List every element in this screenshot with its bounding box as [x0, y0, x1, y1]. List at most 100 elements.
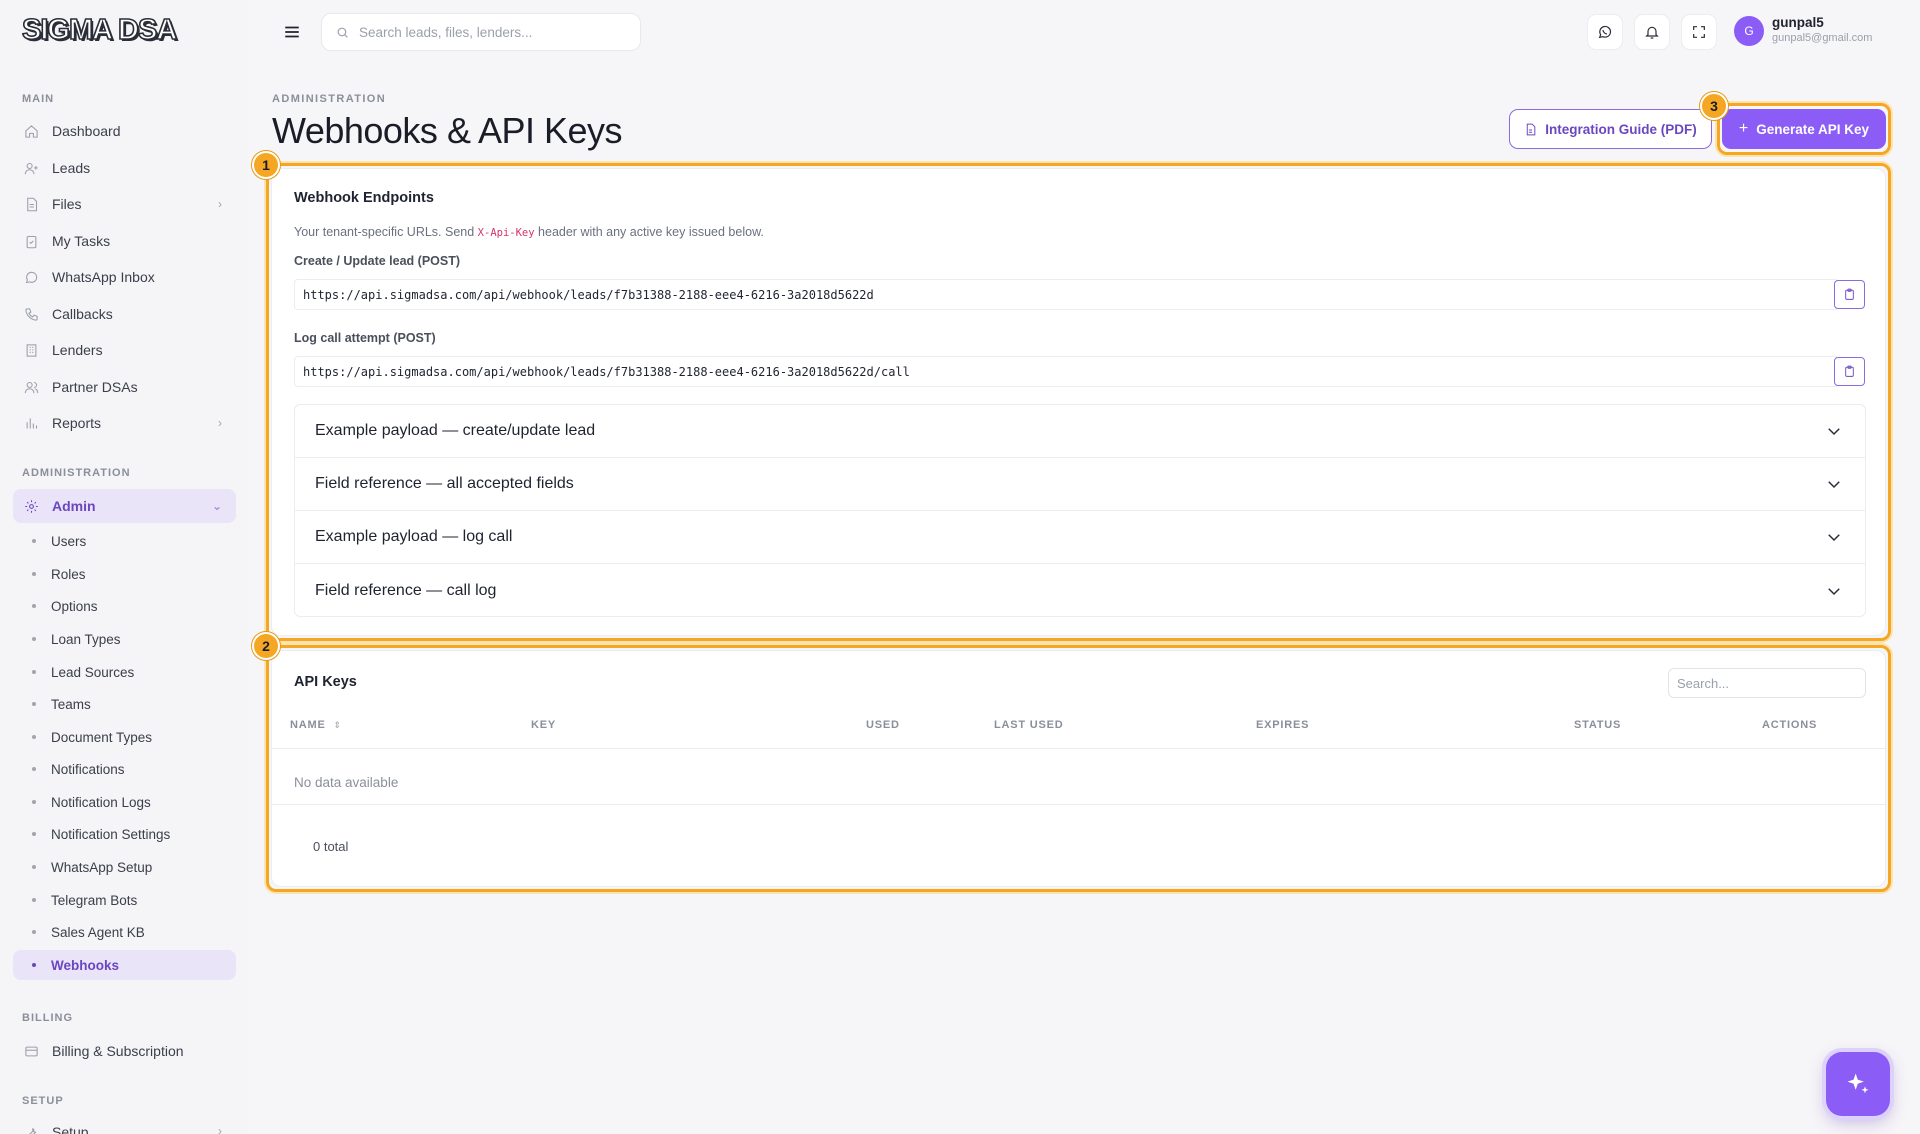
sidebar-item-reports[interactable]: Reports › — [13, 406, 236, 440]
bullet-dot — [32, 800, 36, 804]
document-icon — [1527, 123, 1536, 135]
sidebar-item-label: Reports — [52, 415, 102, 431]
expand-icon — [1693, 26, 1705, 38]
sub-item-label: Notification Settings — [51, 826, 171, 842]
sidebar-sub-notification-logs[interactable]: Notification Logs — [13, 787, 236, 817]
sub-item-label: WhatsApp Setup — [51, 859, 153, 875]
sidebar-sub-users[interactable]: Users — [13, 526, 236, 556]
sidebar-item-leads[interactable]: Leads — [13, 151, 236, 185]
sidebar-item-label: Billing & Subscription — [52, 1043, 184, 1059]
search-icon — [337, 27, 348, 38]
whatsapp-button[interactable] — [1587, 14, 1623, 50]
highlight-box-2 — [266, 645, 1891, 892]
bullet-dot — [32, 930, 36, 934]
annotation-badge-3: 3 — [1700, 92, 1728, 120]
sidebar-sub-roles[interactable]: Roles — [13, 559, 236, 589]
sub-item-label: Options — [51, 598, 98, 614]
sub-item-label: Telegram Bots — [51, 892, 138, 908]
sidebar-item-files[interactable]: Files › — [13, 187, 236, 221]
brand-logo[interactable]: SIGMA DSA — [21, 13, 178, 47]
sidebar-item-callbacks[interactable]: Callbacks — [13, 297, 236, 331]
sub-item-label: Lead Sources — [51, 664, 135, 680]
sub-item-label: Notifications — [51, 761, 125, 777]
sidebar-sub-options[interactable]: Options — [13, 591, 236, 621]
file-icon — [23, 196, 39, 212]
notifications-button[interactable] — [1634, 14, 1670, 50]
home-icon — [23, 123, 39, 139]
sidebar-sub-telegram-bots[interactable]: Telegram Bots — [13, 885, 236, 915]
users-icon — [23, 379, 39, 395]
search-input[interactable] — [359, 24, 619, 40]
generate-api-key-button[interactable]: + Generate API Key — [1722, 109, 1886, 149]
sub-item-label: Users — [51, 533, 87, 549]
whatsapp-icon — [23, 269, 39, 285]
bullet-dot — [32, 572, 36, 576]
integration-guide-label: Integration Guide (PDF) — [1545, 121, 1697, 137]
section-administration-label: ADMINISTRATION — [22, 467, 131, 479]
bullet-dot — [32, 702, 36, 706]
sidebar-item-label: Partner DSAs — [52, 379, 138, 395]
sidebar-item-label: Leads — [52, 160, 91, 176]
user-avatar[interactable]: G — [1734, 16, 1764, 46]
sub-item-label: Document Types — [51, 729, 153, 745]
bullet-dot — [32, 898, 36, 902]
sub-item-label: Sales Agent KB — [51, 924, 145, 940]
sidebar-item-dashboard[interactable]: Dashboard — [13, 114, 236, 148]
bell-icon — [1645, 26, 1659, 39]
bullet-dot — [32, 963, 36, 967]
sidebar-item-admin[interactable]: Admin ⌄ — [13, 489, 236, 523]
sidebar-sub-teams[interactable]: Teams — [13, 689, 236, 719]
sidebar-item-setup[interactable]: Setup › — [13, 1115, 236, 1134]
user-email: gunpal5@gmail.com — [1772, 32, 1873, 44]
sidebar-item-label: Admin — [52, 498, 96, 514]
section-setup-label: SETUP — [22, 1095, 64, 1107]
page-title: Webhooks & API Keys — [272, 110, 623, 151]
sub-item-label: Loan Types — [51, 631, 121, 647]
sidebar-item-label: My Tasks — [52, 233, 111, 249]
ai-assistant-button[interactable] — [1826, 1052, 1890, 1116]
sidebar-sub-notification-settings[interactable]: Notification Settings — [13, 819, 236, 849]
building-icon — [23, 342, 39, 358]
sidebar-sub-whatsapp-setup[interactable]: WhatsApp Setup — [13, 852, 236, 882]
sidebar-sub-document-types[interactable]: Document Types — [13, 722, 236, 752]
integration-guide-button[interactable]: Integration Guide (PDF) — [1509, 109, 1712, 149]
credit-card-icon — [23, 1043, 39, 1059]
section-main-label: MAIN — [22, 93, 55, 105]
sidebar-item-my-tasks[interactable]: My Tasks — [13, 224, 236, 258]
chevron-right-icon: › — [218, 1124, 222, 1134]
clipboard-check-icon — [23, 233, 39, 249]
sidebar-item-billing[interactable]: Billing & Subscription — [13, 1034, 236, 1068]
sidebar-sub-sales-agent-kb[interactable]: Sales Agent KB — [13, 917, 236, 947]
user-name[interactable]: gunpal5 — [1772, 15, 1824, 30]
bullet-dot — [32, 670, 36, 674]
bullet-dot — [32, 539, 36, 543]
sidebar-item-label: WhatsApp Inbox — [52, 269, 155, 285]
gear-icon — [23, 498, 39, 514]
sub-item-label: Roles — [51, 566, 86, 582]
sidebar-item-label: Dashboard — [52, 123, 121, 139]
sidebar-item-partner-dsas[interactable]: Partner DSAs — [13, 370, 236, 404]
fullscreen-button[interactable] — [1681, 14, 1717, 50]
sub-item-label: Teams — [51, 696, 91, 712]
bullet-dot — [32, 604, 36, 608]
annotation-badge-1: 1 — [252, 151, 280, 179]
sidebar-item-label: Callbacks — [52, 306, 113, 322]
sidebar-sub-webhooks[interactable]: Webhooks — [13, 950, 236, 980]
sidebar-item-label: Setup — [52, 1124, 89, 1134]
sidebar-sub-notifications[interactable]: Notifications — [13, 754, 236, 784]
generate-api-key-label: Generate API Key — [1756, 121, 1870, 137]
bullet-dot — [32, 637, 36, 641]
hamburger-icon — [285, 26, 299, 38]
sidebar-item-whatsapp-inbox[interactable]: WhatsApp Inbox — [13, 260, 236, 294]
phone-icon — [23, 306, 39, 322]
sidebar-sub-loan-types[interactable]: Loan Types — [13, 624, 236, 654]
sidebar-item-label: Lenders — [52, 342, 103, 358]
sub-item-label: Webhooks — [51, 957, 120, 973]
breadcrumb: ADMINISTRATION — [272, 93, 387, 105]
global-search[interactable] — [321, 13, 641, 51]
sidebar-item-lenders[interactable]: Lenders — [13, 333, 236, 367]
sub-item-label: Notification Logs — [51, 794, 151, 810]
whatsapp-icon — [1598, 25, 1612, 39]
menu-toggle-button[interactable] — [276, 18, 308, 46]
sidebar-sub-lead-sources[interactable]: Lead Sources — [13, 657, 236, 687]
